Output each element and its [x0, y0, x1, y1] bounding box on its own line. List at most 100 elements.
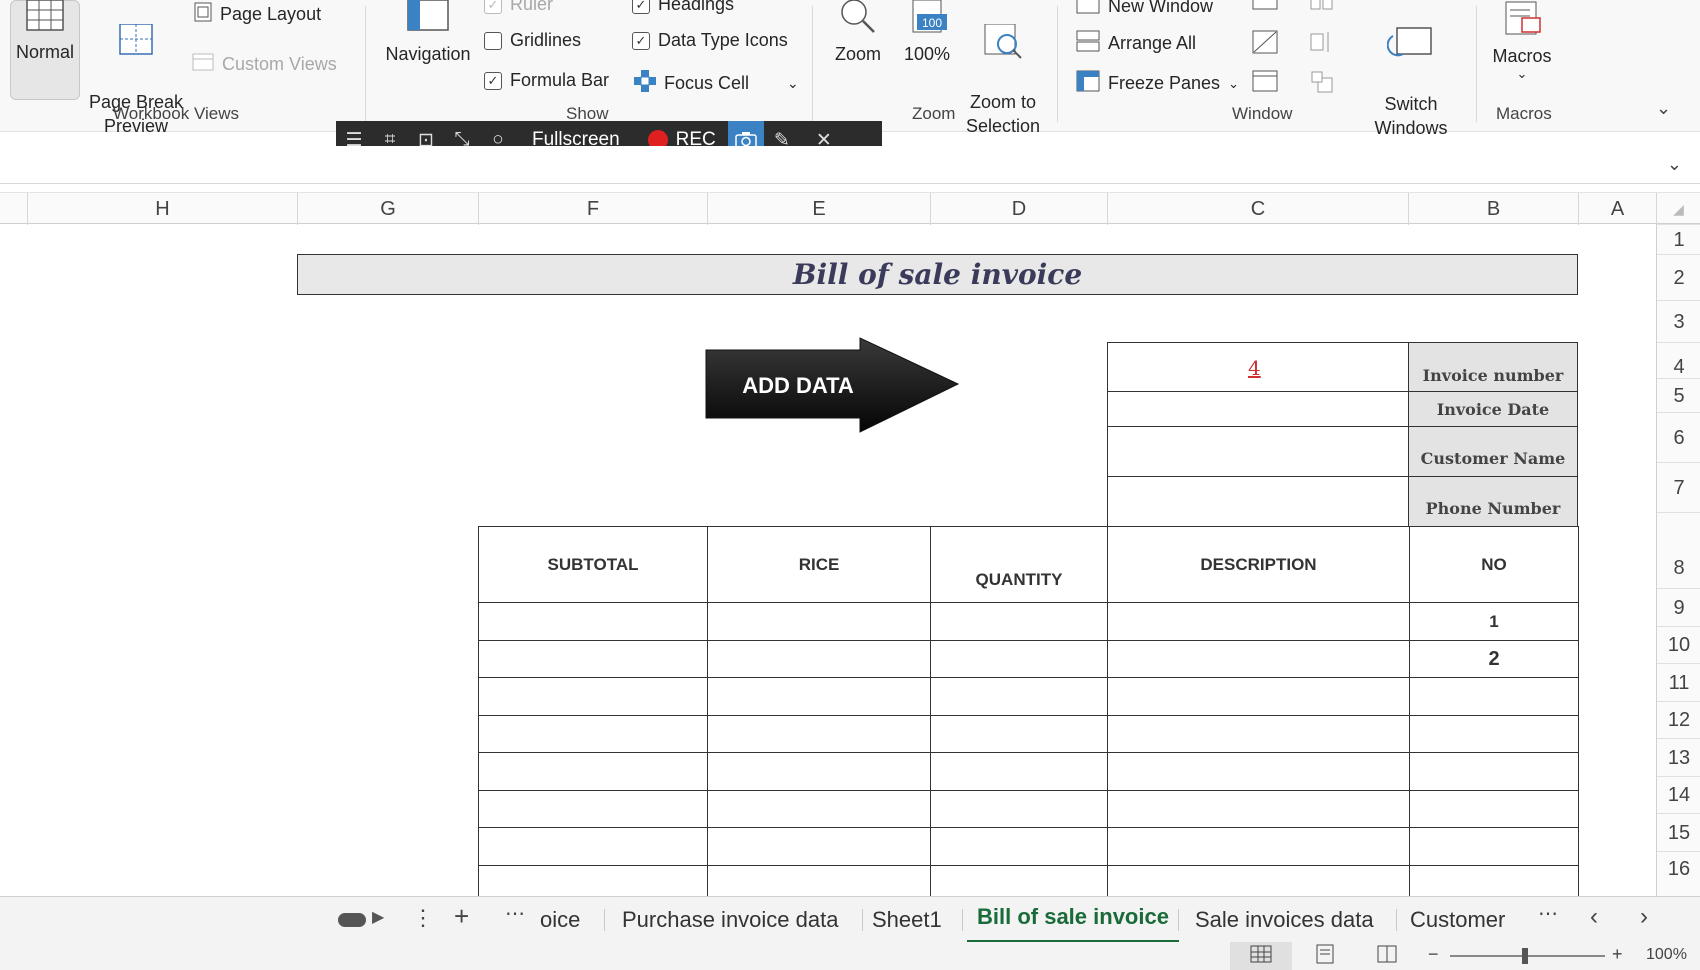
previous-sheet-icon[interactable]: ‹	[1590, 903, 1598, 931]
column-header-d[interactable]: D	[930, 193, 1107, 225]
split-button[interactable]	[1252, 0, 1278, 19]
row-header[interactable]: 4	[1657, 342, 1700, 378]
table-cell[interactable]	[930, 790, 1108, 828]
view-side-by-side-icon[interactable]	[1310, 0, 1334, 15]
navigation-button[interactable]: Navigation	[378, 0, 478, 66]
scroll-right-icon[interactable]: ▶	[372, 907, 384, 927]
zoom-to-selection-button[interactable]: Zoom to Selection	[960, 0, 1046, 138]
add-sheet-icon[interactable]: +	[454, 901, 469, 932]
column-header-b[interactable]: B	[1408, 193, 1578, 225]
switch-windows-button[interactable]: Switch Windows	[1360, 0, 1462, 140]
chevron-down-icon[interactable]: ⌄	[787, 75, 799, 92]
expand-formula-bar-icon[interactable]: ⌄	[1667, 154, 1682, 175]
table-cell[interactable]	[1107, 752, 1410, 791]
row-header[interactable]: 16	[1657, 851, 1700, 896]
zoom-slider-thumb[interactable]	[1522, 948, 1528, 964]
table-cell[interactable]	[1409, 752, 1579, 791]
table-cell[interactable]	[1409, 715, 1579, 753]
sheet-tab-bill-of-sale-invoice[interactable]: Bill of sale invoice	[967, 897, 1179, 943]
table-cell[interactable]	[478, 602, 708, 641]
zoom-in-icon[interactable]: +	[1612, 944, 1623, 965]
table-cell[interactable]	[930, 640, 1108, 678]
table-cell[interactable]	[1107, 602, 1410, 641]
row-header[interactable]: 15	[1657, 813, 1700, 851]
collapse-ribbon-icon[interactable]: ⌄	[1656, 98, 1671, 119]
unhide-window-button[interactable]	[1252, 70, 1278, 97]
table-cell[interactable]	[1107, 640, 1410, 678]
row-header[interactable]: 7	[1657, 462, 1700, 512]
sheet-tab-sale-invoices-data[interactable]: Sale invoices data	[1185, 897, 1384, 943]
focus-cell-button[interactable]: Focus Cell ⌄	[634, 70, 799, 97]
more-options-icon[interactable]: ⋮	[412, 905, 434, 931]
new-window-button[interactable]: New Window	[1076, 0, 1213, 19]
phone-number-value-cell[interactable]	[1107, 476, 1409, 527]
arrange-all-button[interactable]: Arrange All	[1076, 30, 1196, 57]
row-header[interactable]: 12	[1657, 701, 1700, 738]
formula-bar[interactable]: ⌄	[0, 146, 1700, 184]
sheet-tab-customer[interactable]: Customer	[1400, 897, 1515, 943]
table-cell[interactable]	[930, 715, 1108, 753]
horizontal-scroll-thumb[interactable]	[338, 913, 366, 927]
page-layout-button[interactable]: Page Layout	[194, 2, 321, 27]
row-header[interactable]: 11	[1657, 663, 1700, 701]
select-all-corner[interactable]: ◢	[1656, 193, 1700, 225]
sheet-tab-sheet1[interactable]: Sheet1	[862, 897, 952, 943]
column-header-c[interactable]: C	[1107, 193, 1408, 225]
synchronous-scrolling-icon[interactable]	[1310, 30, 1334, 59]
hide-window-button[interactable]	[1252, 30, 1278, 59]
next-sheet-icon[interactable]: ›	[1640, 903, 1648, 931]
table-cell[interactable]	[707, 715, 931, 753]
table-cell[interactable]	[478, 640, 708, 678]
gridlines-checkbox[interactable]: Gridlines	[484, 30, 581, 51]
page-layout-view-icon[interactable]	[1314, 944, 1336, 969]
sheet-tab-partial[interactable]: oice	[530, 897, 590, 943]
header-description[interactable]: DESCRIPTION	[1107, 526, 1410, 603]
table-cell[interactable]	[707, 790, 931, 828]
sheet-tab-purchase-invoice-data[interactable]: Purchase invoice data	[612, 897, 848, 943]
table-cell[interactable]	[707, 602, 931, 641]
table-cell[interactable]	[1409, 790, 1579, 828]
row-header[interactable]: 8	[1657, 512, 1700, 588]
zoom-level[interactable]: 100%	[1646, 946, 1687, 964]
table-cell[interactable]	[707, 752, 931, 791]
zoom-out-icon[interactable]: −	[1428, 944, 1439, 965]
header-rice[interactable]: RICE	[707, 526, 931, 603]
table-cell[interactable]	[478, 827, 708, 866]
header-no[interactable]: NO	[1409, 526, 1579, 603]
freeze-panes-button[interactable]: Freeze Panes ⌄	[1076, 70, 1239, 97]
column-header-e[interactable]: E	[707, 193, 930, 225]
table-cell[interactable]	[1107, 827, 1410, 866]
more-sheets-right-icon[interactable]: ⋯	[1538, 901, 1558, 926]
table-cell[interactable]	[930, 827, 1108, 866]
macros-button[interactable]: Macros ⌄	[1490, 0, 1554, 80]
table-cell[interactable]	[707, 827, 931, 866]
add-data-button[interactable]: ADD DATA	[700, 334, 962, 436]
row-header[interactable]: 1	[1657, 224, 1700, 254]
table-cell[interactable]	[478, 790, 708, 828]
headings-checkbox[interactable]: ✓ Headings	[632, 0, 734, 15]
table-cell[interactable]	[930, 602, 1108, 641]
row-number-cell[interactable]: 2	[1409, 640, 1579, 678]
normal-view-grid-icon[interactable]	[1250, 944, 1272, 969]
table-cell[interactable]	[478, 752, 708, 791]
row-header[interactable]: 13	[1657, 738, 1700, 776]
table-cell[interactable]	[1409, 677, 1579, 716]
header-quantity[interactable]: QUANTITY	[930, 526, 1108, 603]
column-header-a[interactable]: A	[1578, 193, 1656, 225]
table-cell[interactable]	[930, 752, 1108, 791]
row-header[interactable]: 10	[1657, 626, 1700, 663]
table-cell[interactable]	[478, 677, 708, 716]
table-cell[interactable]	[1107, 715, 1410, 753]
table-cell[interactable]	[707, 677, 931, 716]
row-header[interactable]: 3	[1657, 300, 1700, 342]
formula-bar-checkbox[interactable]: ✓ Formula Bar	[484, 70, 609, 91]
custom-views-button[interactable]: Custom Views	[192, 52, 337, 77]
row-number-cell[interactable]: 1	[1409, 602, 1579, 641]
row-header[interactable]: 6	[1657, 412, 1700, 462]
column-header-g[interactable]: G	[297, 193, 478, 225]
table-cell[interactable]	[1107, 677, 1410, 716]
customer-name-value-cell[interactable]	[1107, 426, 1409, 477]
table-cell[interactable]	[1107, 790, 1410, 828]
row-header[interactable]: 9	[1657, 588, 1700, 626]
invoice-date-value-cell[interactable]	[1107, 391, 1409, 427]
